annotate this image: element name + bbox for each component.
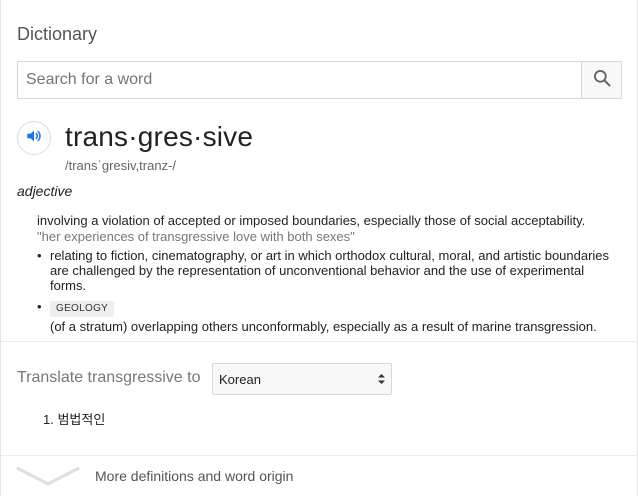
subject-tag: GEOLOGY: [50, 301, 115, 317]
search-button[interactable]: [581, 62, 621, 98]
more-definitions-link[interactable]: More definitions and word origin: [1, 456, 638, 496]
sub-sense-item: • relating to fiction, cinematography, o…: [37, 248, 617, 293]
card-title: Dictionary: [17, 24, 98, 44]
example-sentence: "her experiences of transgressive love w…: [37, 229, 355, 244]
pronunciation-button[interactable]: [17, 121, 51, 155]
bullet: •: [37, 248, 42, 263]
search-icon: [592, 68, 612, 93]
speaker-icon: [25, 127, 43, 150]
sub-sense-item: • GEOLOGY (of a stratum) overlapping oth…: [37, 299, 617, 334]
select-arrows-icon: [377, 372, 386, 389]
headword: trans·gres·sive: [65, 121, 254, 152]
selected-language: Korean: [219, 371, 261, 387]
more-definitions-label: More definitions and word origin: [95, 468, 294, 484]
section-divider: [1, 341, 638, 342]
phonetic-spelling: /transˈɡresiv,tranz-/: [65, 158, 177, 173]
bullet: •: [37, 299, 42, 314]
language-select[interactable]: Korean: [212, 363, 392, 395]
chevron-down-icon: [15, 464, 81, 493]
dictionary-card: Dictionary trans·gres·sive /transˈɡresiv…: [0, 0, 638, 496]
part-of-speech: adjective: [17, 183, 73, 199]
sub-sense-text: (of a stratum) overlapping others unconf…: [50, 319, 597, 334]
sub-sense-text: relating to fiction, cinematography, or …: [50, 248, 610, 293]
definition-text: involving a violation of accepted or imp…: [37, 213, 586, 228]
translate-label: Translate transgressive to: [17, 369, 201, 386]
search-box: [17, 61, 622, 99]
search-input[interactable]: [18, 62, 581, 98]
sub-sense-list: • relating to fiction, cinematography, o…: [37, 248, 617, 340]
translation-result: 1. 범법적인: [43, 412, 106, 427]
